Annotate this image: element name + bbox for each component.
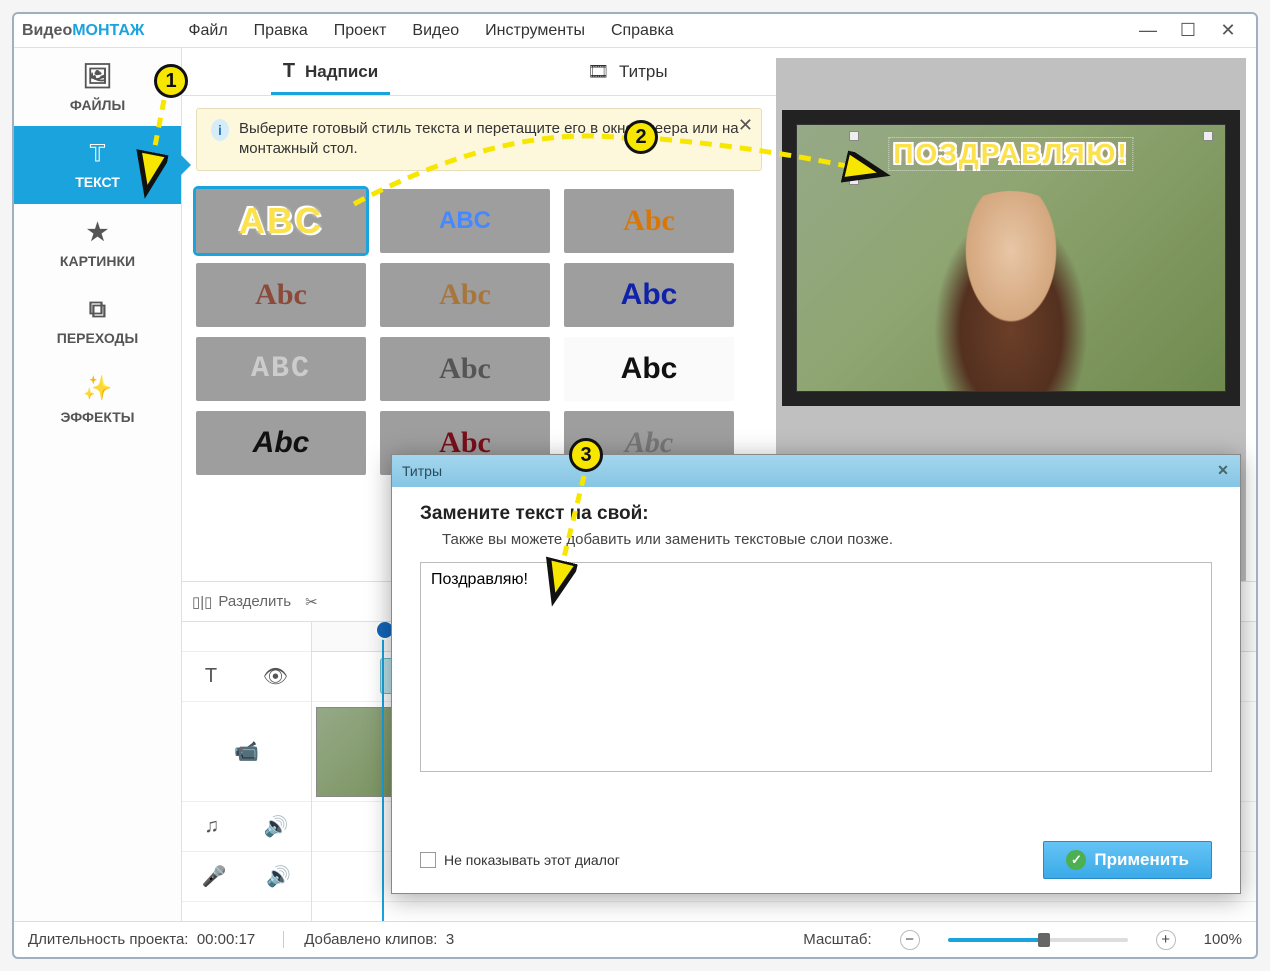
text-track-header: T 👁 bbox=[182, 652, 311, 702]
checkbox-icon bbox=[420, 852, 436, 868]
text-style-10[interactable]: Abc bbox=[196, 411, 366, 475]
annotation-1: 1 bbox=[154, 64, 188, 98]
sidebar-item-pictures[interactable]: ★ КАРТИНКИ bbox=[14, 204, 181, 282]
window-controls: — ☐ ✕ bbox=[1128, 17, 1248, 45]
sidebar-label: ЭФФЕКТЫ bbox=[61, 409, 135, 425]
speaker-icon[interactable]: 🔊 bbox=[264, 814, 289, 839]
zoom-in-button[interactable]: + bbox=[1156, 930, 1176, 950]
hint-text: Выберите готовый стиль текста и перетащи… bbox=[239, 119, 747, 160]
resize-handle[interactable] bbox=[849, 175, 859, 185]
track-headers: T 👁 📹 ♫ 🔊 🎤 🔊 bbox=[182, 622, 312, 921]
text-icon: T bbox=[90, 140, 105, 168]
preview-image bbox=[921, 191, 1101, 391]
sidebar-label: ТЕКСТ bbox=[75, 174, 120, 190]
tab-label: Надписи bbox=[305, 62, 378, 82]
sidebar-label: ПЕРЕХОДЫ bbox=[57, 330, 138, 346]
menu-project[interactable]: Проект bbox=[334, 22, 387, 40]
voice-track-header: 🎤 🔊 bbox=[182, 852, 311, 902]
maximize-button[interactable]: ☐ bbox=[1168, 17, 1208, 45]
dialog-textarea[interactable]: Поздравляю! bbox=[420, 562, 1212, 772]
cut-button[interactable]: ✂ bbox=[305, 593, 318, 611]
menu-edit[interactable]: Правка bbox=[254, 22, 308, 40]
playhead[interactable] bbox=[382, 622, 384, 921]
dialog-titlebar[interactable]: Титры ✕ bbox=[392, 455, 1240, 487]
sidebar-item-transitions[interactable]: ⧉ ПЕРЕХОДЫ bbox=[14, 282, 181, 360]
zoom-value: 100% bbox=[1204, 931, 1242, 948]
menu-tools[interactable]: Инструменты bbox=[485, 22, 585, 40]
sidebar-label: ФАЙЛЫ bbox=[70, 97, 125, 113]
tabs: T Надписи 🎞 Титры bbox=[182, 48, 776, 96]
dialog-close-button[interactable]: ✕ bbox=[1212, 459, 1234, 481]
text-style-grid: ABC ABC Abc Abc Abc Abc ABC Abc Abc Abc … bbox=[182, 183, 776, 481]
text-style-3[interactable]: Abc bbox=[564, 189, 734, 253]
film-icon: 🎞 bbox=[587, 62, 609, 82]
text-style-1[interactable]: ABC bbox=[196, 189, 366, 253]
apply-label: Применить bbox=[1094, 850, 1189, 870]
sidebar-label: КАРТИНКИ bbox=[60, 253, 135, 269]
resize-handle[interactable] bbox=[1203, 131, 1213, 141]
t-icon: T bbox=[205, 665, 217, 688]
camera-icon: 📹 bbox=[234, 739, 259, 764]
scissors-icon: ✂ bbox=[305, 593, 318, 611]
video-track-header: 📹 bbox=[182, 702, 311, 802]
menu-file[interactable]: Файл bbox=[188, 22, 227, 40]
app-window: ВидеоМОНТАЖ Файл Правка Проект Видео Инс… bbox=[12, 12, 1258, 959]
text-style-2[interactable]: ABC bbox=[380, 189, 550, 253]
menubar: Файл Правка Проект Видео Инструменты Спр… bbox=[144, 22, 1128, 40]
clips-label: Добавлено клипов: 3 bbox=[283, 931, 454, 948]
speaker-icon[interactable]: 🔊 bbox=[266, 864, 291, 889]
split-icon: ▯|▯ bbox=[192, 593, 212, 611]
info-icon: i bbox=[211, 119, 229, 141]
audio-track-header: ♫ 🔊 bbox=[182, 802, 311, 852]
titles-dialog: Титры ✕ Замените текст на свой: Также вы… bbox=[391, 454, 1241, 894]
minimize-button[interactable]: — bbox=[1128, 17, 1168, 45]
dialog-heading: Замените текст на свой: bbox=[420, 503, 1212, 525]
layers-icon: ⧉ bbox=[89, 296, 106, 324]
sidebar-item-text[interactable]: T ТЕКСТ bbox=[14, 126, 181, 204]
resize-handle[interactable] bbox=[849, 131, 859, 141]
text-style-9[interactable]: Abc bbox=[564, 337, 734, 401]
annotation-2: 2 bbox=[624, 120, 658, 154]
sidebar: 🖼 ФАЙЛЫ T ТЕКСТ ★ КАРТИНКИ ⧉ ПЕРЕХОДЫ ✨ … bbox=[14, 48, 182, 921]
annotation-3: 3 bbox=[569, 438, 603, 472]
text-style-6[interactable]: Abc bbox=[564, 263, 734, 327]
wand-icon: ✨ bbox=[83, 374, 113, 403]
titlebar: ВидеоМОНТАЖ Файл Правка Проект Видео Инс… bbox=[14, 14, 1256, 48]
dialog-subtext: Также вы можете добавить или заменить те… bbox=[442, 531, 1212, 548]
t-icon: T bbox=[283, 60, 295, 83]
zoom-out-button[interactable]: − bbox=[900, 930, 920, 950]
text-style-8[interactable]: Abc bbox=[380, 337, 550, 401]
tab-captions[interactable]: T Надписи bbox=[182, 48, 479, 95]
app-logo: ВидеоМОНТАЖ bbox=[22, 22, 144, 40]
menu-help[interactable]: Справка bbox=[611, 22, 674, 40]
dont-show-checkbox[interactable]: Не показывать этот диалог bbox=[420, 852, 620, 868]
star-icon: ★ bbox=[87, 218, 109, 247]
apply-button[interactable]: ✓ Применить bbox=[1043, 841, 1212, 879]
preview-text-overlay[interactable]: ПОЗДРАВЛЯЮ! bbox=[888, 137, 1133, 171]
eye-icon[interactable]: 👁 bbox=[263, 664, 288, 689]
split-button[interactable]: ▯|▯ Разделить bbox=[192, 593, 291, 611]
duration-label: Длительность проекта: 00:00:17 bbox=[28, 931, 255, 948]
zoom-label: Масштаб: bbox=[803, 931, 871, 948]
checkbox-label: Не показывать этот диалог bbox=[444, 852, 620, 868]
hint-close-button[interactable]: ✕ bbox=[738, 115, 753, 136]
music-icon: ♫ bbox=[204, 815, 219, 838]
hint-banner: i Выберите готовый стиль текста и перета… bbox=[196, 108, 762, 171]
statusbar: Длительность проекта: 00:00:17 Добавлено… bbox=[14, 921, 1256, 957]
close-button[interactable]: ✕ bbox=[1208, 17, 1248, 45]
text-style-7[interactable]: ABC bbox=[196, 337, 366, 401]
image-icon: 🖼 bbox=[82, 62, 112, 91]
check-icon: ✓ bbox=[1066, 850, 1086, 870]
text-style-4[interactable]: Abc bbox=[196, 263, 366, 327]
preview-frame[interactable]: ПОЗДРАВЛЯЮ! bbox=[796, 124, 1226, 392]
sidebar-item-effects[interactable]: ✨ ЭФФЕКТЫ bbox=[14, 360, 181, 438]
text-style-5[interactable]: Abc bbox=[380, 263, 550, 327]
dialog-title: Титры bbox=[402, 463, 442, 479]
mic-icon: 🎤 bbox=[202, 864, 227, 889]
menu-video[interactable]: Видео bbox=[412, 22, 459, 40]
tab-titles[interactable]: 🎞 Титры bbox=[479, 48, 776, 95]
tab-label: Титры bbox=[619, 62, 668, 82]
zoom-slider[interactable] bbox=[948, 938, 1128, 942]
split-label: Разделить bbox=[218, 593, 291, 610]
